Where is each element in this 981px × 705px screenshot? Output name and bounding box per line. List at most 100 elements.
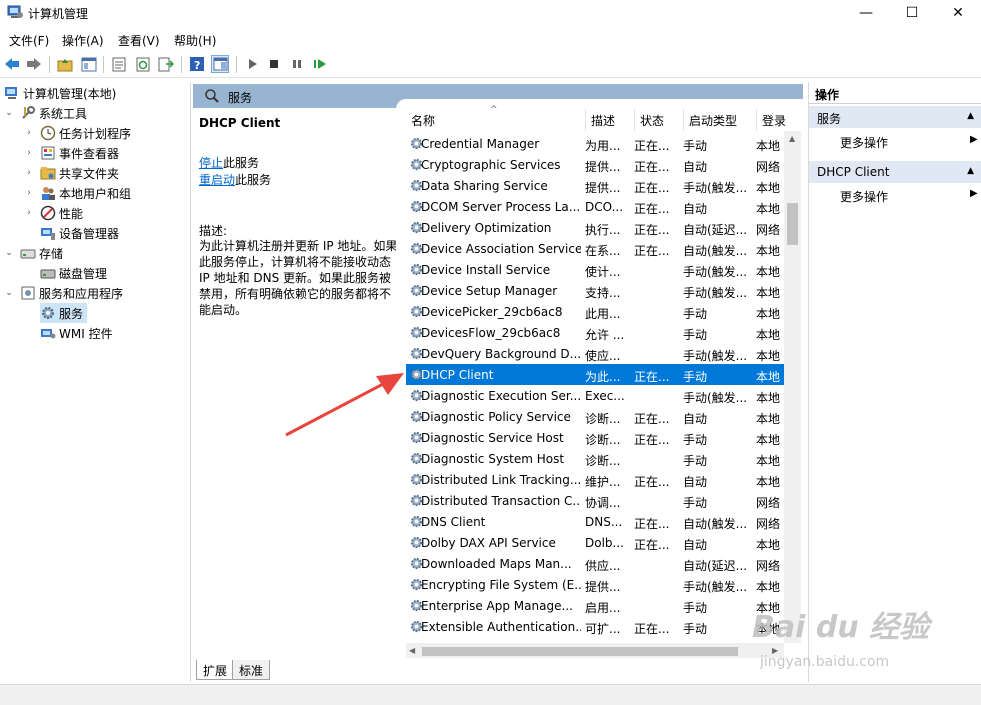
- expand-icon[interactable]: ›: [24, 188, 34, 198]
- toolbar-separator: [103, 56, 104, 73]
- table-row[interactable]: DevicesFlow_29cb6ac8 允许 ... 手动 本地: [406, 322, 784, 343]
- table-row[interactable]: DHCP Client 为此... 正在... 手动 本地: [406, 364, 784, 385]
- tree-services-apps[interactable]: ⌄ 服务和应用程序: [4, 283, 123, 303]
- restart-service-link[interactable]: 重启动: [199, 173, 235, 187]
- horizontal-scroll-thumb[interactable]: [422, 647, 738, 656]
- console-tree-icon: [81, 57, 97, 71]
- export-list-button[interactable]: [157, 55, 175, 73]
- table-row[interactable]: DevQuery Background D... 使应... 手动(触发... 本地: [406, 343, 784, 364]
- expand-icon[interactable]: ›: [24, 128, 34, 138]
- table-row[interactable]: Extensible Authentication... 可扩... 正在... 手动…: [406, 616, 784, 637]
- tree-local-users[interactable]: › 本地用户和组: [24, 183, 131, 203]
- restart-service-button[interactable]: [311, 55, 329, 73]
- tree-label: 存储: [39, 246, 64, 261]
- service-logon-cell: 本地: [756, 370, 781, 384]
- tree-root[interactable]: 计算机管理(本地): [4, 83, 116, 103]
- table-row[interactable]: Downloaded Maps Man... 供应... 自动(延迟... 网络: [406, 553, 784, 574]
- collapse-up-icon[interactable]: ▲: [967, 111, 974, 121]
- expand-icon[interactable]: ›: [24, 208, 34, 218]
- expand-icon[interactable]: ›: [24, 148, 34, 158]
- horizontal-scrollbar[interactable]: ◀ ▶: [406, 643, 784, 658]
- column-header-description[interactable]: 描述: [591, 99, 615, 128]
- more-actions-dhcp[interactable]: 更多操作 ▶: [840, 188, 978, 205]
- stop-service-link[interactable]: 停止: [199, 156, 223, 170]
- service-name-cell: Distributed Link Tracking...: [421, 473, 581, 487]
- forward-button[interactable]: [25, 55, 43, 73]
- pause-service-button[interactable]: [288, 55, 306, 73]
- tree-services[interactable]: 服务: [40, 303, 88, 323]
- disk-icon: [40, 269, 56, 279]
- tree-task-scheduler[interactable]: › 任务计划程序: [24, 123, 131, 143]
- scroll-left-icon[interactable]: ◀: [409, 646, 415, 655]
- table-row[interactable]: Delivery Optimization 执行... 正在... 自动(延迟... 网…: [406, 217, 784, 238]
- more-actions-services[interactable]: 更多操作 ▶: [840, 134, 978, 151]
- tab-extended[interactable]: 扩展: [196, 660, 235, 680]
- menu-file[interactable]: 文件(F): [9, 32, 49, 49]
- column-header-name[interactable]: 名称: [411, 99, 435, 128]
- table-row[interactable]: Device Setup Manager 支持... 手动(触发... 本地: [406, 280, 784, 301]
- tree-wmi[interactable]: WMI 控件: [40, 323, 113, 343]
- menu-action[interactable]: 操作(A): [62, 32, 104, 49]
- menu-help[interactable]: 帮助(H): [174, 32, 216, 49]
- table-row[interactable]: Dolby DAX API Service Dolb... 正在... 自动 本地: [406, 532, 784, 553]
- table-row[interactable]: Cryptographic Services 提供... 正在... 自动 网络: [406, 154, 784, 175]
- maximize-button[interactable]: ☐: [889, 0, 935, 26]
- refresh-button[interactable]: [134, 55, 152, 73]
- action-pane-icon: [213, 57, 227, 71]
- collapse-icon[interactable]: ⌄: [4, 248, 14, 258]
- description-label: 描述:: [199, 224, 228, 238]
- back-button[interactable]: [3, 55, 21, 73]
- scroll-up-icon[interactable]: ▲: [789, 134, 795, 143]
- table-row[interactable]: Encrypting File System (E... 提供... 手动(触发..…: [406, 574, 784, 595]
- show-action-pane-button[interactable]: [211, 55, 229, 73]
- tree-device-manager[interactable]: 设备管理器: [40, 223, 119, 243]
- tree-disk-management[interactable]: 磁盘管理: [40, 263, 107, 283]
- table-row[interactable]: DevicePicker_29cb6ac8 此用... 手动 本地: [406, 301, 784, 322]
- table-row[interactable]: Diagnostic Policy Service 诊断... 正在... 自动 本地: [406, 406, 784, 427]
- help-button[interactable]: ?: [188, 55, 206, 73]
- column-header-startup-type[interactable]: 启动类型: [689, 99, 737, 128]
- service-name-cell: Credential Manager: [421, 137, 540, 151]
- table-row[interactable]: DCOM Server Process La... DCO... 正在... 自动 本地: [406, 196, 784, 217]
- tree-event-viewer[interactable]: › 事件查看器: [24, 143, 119, 163]
- collapse-icon[interactable]: ⌄: [4, 108, 14, 118]
- service-logon-cell: 网络: [756, 223, 781, 237]
- actions-section-dhcp[interactable]: DHCP Client ▲: [809, 161, 981, 183]
- tree-storage[interactable]: ⌄ 存储: [4, 243, 63, 263]
- table-row[interactable]: Diagnostic Execution Ser... Exec... 手动(触发.…: [406, 385, 784, 406]
- table-row[interactable]: Device Install Service 使计... 手动(触发... 本地: [406, 259, 784, 280]
- column-header-status[interactable]: 状态: [640, 99, 664, 128]
- minimize-button[interactable]: —: [843, 0, 889, 26]
- table-row[interactable]: Diagnostic System Host 诊断... 手动 本地: [406, 448, 784, 469]
- table-row[interactable]: Diagnostic Service Host 诊断... 正在... 手动 本地: [406, 427, 784, 448]
- table-row[interactable]: Credential Manager 为用... 正在... 手动 本地: [406, 133, 784, 154]
- tree-performance[interactable]: › 性能: [24, 203, 83, 223]
- table-row[interactable]: Data Sharing Service 提供... 正在... 手动(触发... 本地: [406, 175, 784, 196]
- service-description-cell: 提供...: [585, 580, 621, 594]
- collapse-icon[interactable]: ⌄: [4, 288, 14, 298]
- show-hide-tree-button[interactable]: [80, 55, 98, 73]
- start-service-button[interactable]: [243, 55, 261, 73]
- table-row[interactable]: DNS Client DNS... 正在... 自动(触发... 网络: [406, 511, 784, 532]
- table-row[interactable]: Distributed Transaction C... 协调... 手动 网络: [406, 490, 784, 511]
- table-row[interactable]: Enterprise App Manage... 启用... 手动 本地: [406, 595, 784, 616]
- expand-icon[interactable]: ›: [24, 168, 34, 178]
- properties-icon: [112, 57, 126, 71]
- collapse-up-icon[interactable]: ▲: [967, 166, 974, 176]
- table-row[interactable]: Distributed Link Tracking... 维护... 正在... 自动…: [406, 469, 784, 490]
- close-button[interactable]: ✕: [935, 0, 981, 26]
- service-startup-cell: 手动: [683, 496, 708, 510]
- tree-shared-folders[interactable]: › 共享文件夹: [24, 163, 119, 183]
- table-row[interactable]: Device Association Service 在系... 正在... 自动(触…: [406, 238, 784, 259]
- stop-service-button[interactable]: [265, 55, 283, 73]
- tab-standard[interactable]: 标准: [232, 660, 271, 680]
- column-header-logon[interactable]: 登录: [762, 99, 786, 128]
- vertical-scroll-thumb[interactable]: [787, 203, 798, 245]
- up-folder-button[interactable]: [56, 55, 74, 73]
- vertical-scrollbar[interactable]: ▲: [784, 131, 801, 643]
- service-name-cell: DevicePicker_29cb6ac8: [421, 305, 563, 319]
- actions-section-services[interactable]: 服务 ▲: [809, 106, 981, 128]
- properties-button[interactable]: [110, 55, 128, 73]
- tree-system-tools[interactable]: ⌄ 系统工具: [4, 103, 87, 123]
- menu-view[interactable]: 查看(V): [118, 32, 160, 49]
